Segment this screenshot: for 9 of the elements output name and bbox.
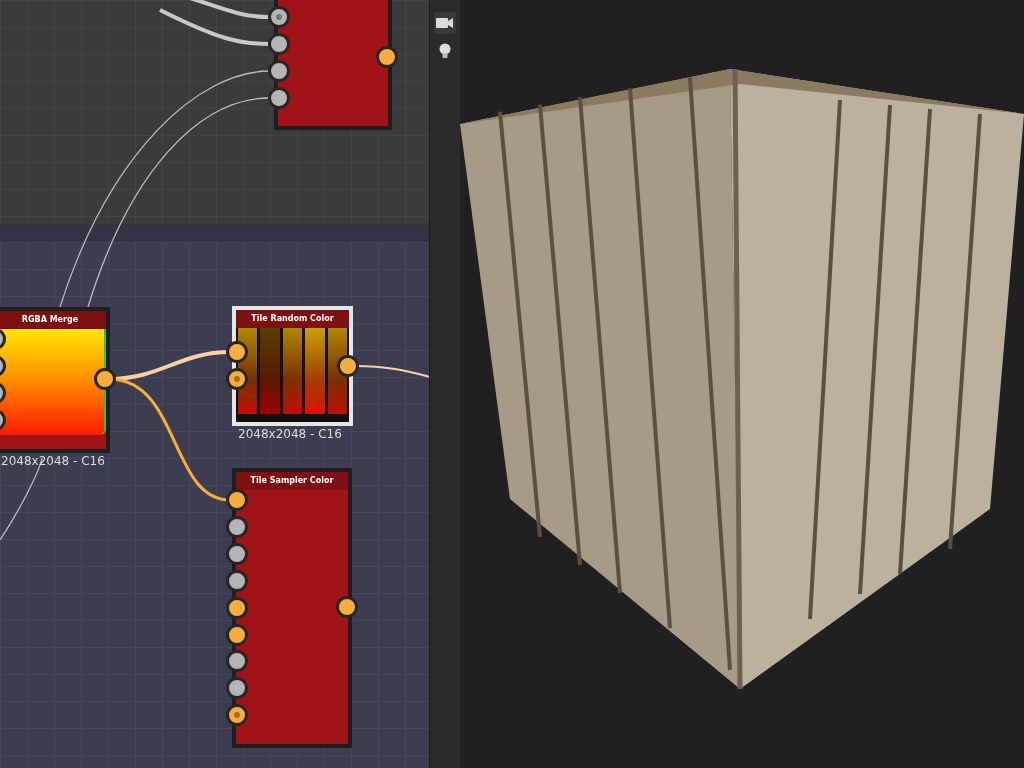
graph-node[interactable]: RGBA Merge	[0, 307, 110, 453]
graph-node[interactable]: Tile Random Color	[232, 306, 353, 426]
node-title: Tile Sampler Color	[236, 472, 348, 490]
graph-node[interactable]	[274, 0, 392, 130]
resolution-label: 2048x2048 - C16	[238, 427, 342, 441]
node-title: Tile Random Color	[236, 310, 349, 328]
node-title: RGBA Merge	[0, 311, 106, 329]
graph-node[interactable]: Tile Sampler Color	[232, 468, 352, 748]
camera-icon[interactable]	[434, 12, 457, 34]
